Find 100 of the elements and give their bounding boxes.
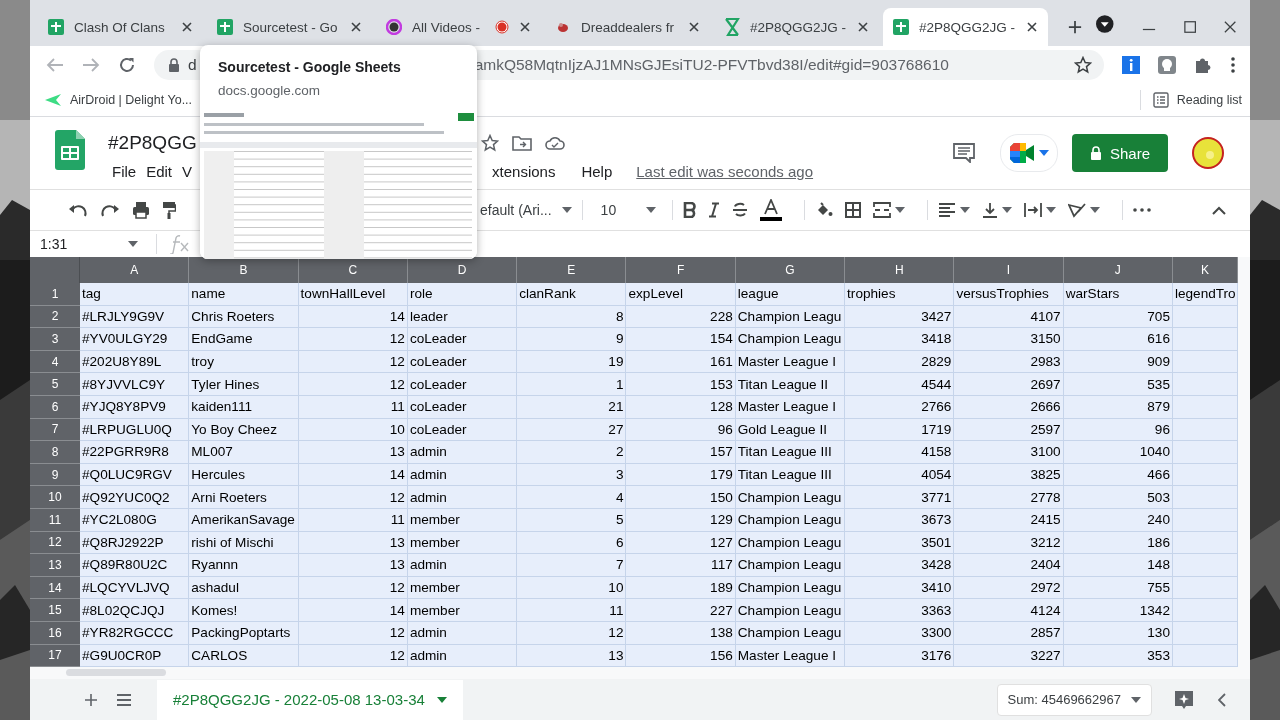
caret-icon[interactable] <box>1090 207 1101 213</box>
column-header[interactable]: J <box>1063 257 1173 283</box>
menu-item[interactable]: V <box>182 162 193 180</box>
row-header[interactable]: 15 <box>30 599 80 622</box>
comment-icon[interactable] <box>953 143 975 163</box>
font-size-dropdown[interactable]: 10 <box>600 202 657 218</box>
row-header[interactable]: 8 <box>30 441 80 464</box>
text-wrap-icon[interactable] <box>1024 202 1043 218</box>
extension-icon[interactable] <box>1158 56 1176 74</box>
video-call-button[interactable] <box>1000 134 1058 172</box>
row-header[interactable]: 16 <box>30 621 80 645</box>
print-icon[interactable] <box>132 201 150 219</box>
reading-list-button[interactable]: Reading list <box>1152 92 1242 108</box>
bold-icon[interactable] <box>683 202 697 218</box>
row-header[interactable]: 11 <box>30 508 80 532</box>
align-bottom-icon[interactable] <box>982 202 999 218</box>
redo-icon[interactable] <box>100 203 120 217</box>
star-icon[interactable] <box>480 133 499 152</box>
spreadsheet-icon <box>48 19 64 35</box>
close-icon[interactable] <box>350 21 362 33</box>
close-icon[interactable] <box>1026 21 1038 33</box>
row-header[interactable]: 12 <box>30 531 80 555</box>
close-icon[interactable] <box>1223 20 1236 34</box>
star-icon[interactable] <box>1074 56 1092 74</box>
text-color-icon[interactable] <box>760 199 783 221</box>
column-header[interactable]: C <box>298 257 408 283</box>
browser-tab[interactable]: Clash Of Clans <box>38 8 203 46</box>
avatar-icon[interactable] <box>1192 137 1224 169</box>
close-icon[interactable] <box>857 21 869 33</box>
column-header[interactable]: G <box>735 257 846 283</box>
sum-dropdown[interactable]: Sum: 45469662967 <box>996 683 1152 716</box>
column-header[interactable]: F <box>626 257 736 283</box>
text-rotation-icon[interactable] <box>1068 202 1087 218</box>
browser-tab[interactable]: #2P8QGG2JG - <box>714 8 879 46</box>
close-icon[interactable] <box>688 21 700 33</box>
column-header[interactable]: K <box>1172 257 1238 283</box>
browser-tab[interactable]: Dreaddealers fr <box>545 8 710 46</box>
browser-tab[interactable]: All Videos - <box>376 8 541 46</box>
menu-item[interactable]: xtensions <box>492 162 556 180</box>
row-header[interactable]: 4 <box>30 350 80 374</box>
table-cell: #Q8RJ2922P <box>80 531 190 555</box>
menu-item[interactable]: File <box>112 162 137 180</box>
last-edit-link[interactable]: Last edit was seconds ago <box>636 162 814 180</box>
puzzle-icon[interactable] <box>1194 56 1212 74</box>
row-header[interactable]: 10 <box>30 486 80 509</box>
folder-icon[interactable] <box>511 134 532 151</box>
caret-icon[interactable] <box>895 207 906 213</box>
reload-icon[interactable] <box>118 56 136 74</box>
row-header[interactable]: 6 <box>30 395 80 419</box>
add-sheet-icon[interactable] <box>85 693 97 706</box>
more-icon[interactable] <box>1230 56 1236 74</box>
maximize-icon[interactable] <box>1183 20 1196 34</box>
browser-tab[interactable]: #2P8QGG2JG - <box>883 8 1048 46</box>
italic-icon[interactable] <box>708 202 721 218</box>
chevron-left-icon[interactable] <box>1218 692 1226 707</box>
menu-item[interactable]: Edit <box>146 162 173 180</box>
column-header[interactable]: D <box>407 257 518 283</box>
caret-icon[interactable] <box>1002 207 1013 213</box>
caret-icon[interactable] <box>960 207 971 213</box>
row-header[interactable]: 5 <box>30 373 80 396</box>
collapse-icon[interactable] <box>1212 205 1226 215</box>
row-header[interactable]: 3 <box>30 328 80 351</box>
more-icon[interactable] <box>1133 208 1152 212</box>
column-header[interactable]: B <box>189 257 299 283</box>
new-tab-icon[interactable] <box>1068 19 1082 35</box>
row-header[interactable]: 7 <box>30 418 80 442</box>
column-header[interactable]: E <box>517 257 627 283</box>
column-header[interactable]: I <box>954 257 1064 283</box>
align-left-icon[interactable] <box>938 203 957 217</box>
font-dropdown[interactable]: efault (Ari... <box>480 202 572 218</box>
menu-item[interactable]: Help <box>581 162 613 180</box>
row-header[interactable]: 1 <box>30 283 80 306</box>
close-icon[interactable] <box>519 21 531 33</box>
column-header[interactable]: A <box>80 257 190 283</box>
close-icon[interactable] <box>181 21 193 33</box>
borders-icon[interactable] <box>845 202 862 218</box>
row-header[interactable]: 17 <box>30 644 80 667</box>
paint-roller-icon[interactable] <box>162 201 176 219</box>
sheets-logo-icon[interactable] <box>55 130 85 170</box>
info-icon[interactable] <box>1122 56 1140 74</box>
scrollbar-thumb[interactable] <box>66 669 166 676</box>
strikethrough-icon[interactable] <box>732 202 749 218</box>
name-box[interactable]: 1:31 <box>30 236 146 252</box>
share-button[interactable]: Share <box>1072 134 1168 172</box>
column-header[interactable]: H <box>845 257 955 283</box>
all-sheets-icon[interactable] <box>117 693 131 706</box>
cloud-icon[interactable] <box>544 135 565 150</box>
undo-icon[interactable] <box>68 203 88 217</box>
row-header[interactable]: 9 <box>30 463 80 487</box>
row-header[interactable]: 13 <box>30 554 80 577</box>
bookmark[interactable]: AirDroid | Delight Yo... <box>44 93 193 107</box>
dropdown-icon[interactable] <box>1096 14 1114 34</box>
browser-tab[interactable]: Sourcetest - Go <box>207 8 372 46</box>
document-title[interactable]: #2P8QGG <box>108 131 197 154</box>
sheet-tab[interactable]: #2P8QGG2JG - 2022-05-08 13-03-34 <box>157 679 463 720</box>
caret-icon[interactable] <box>1046 207 1057 213</box>
explore-icon[interactable] <box>1174 689 1194 710</box>
row-header[interactable]: 14 <box>30 576 80 600</box>
row-header[interactable]: 2 <box>30 305 80 329</box>
merge-cells-icon[interactable] <box>873 202 892 218</box>
